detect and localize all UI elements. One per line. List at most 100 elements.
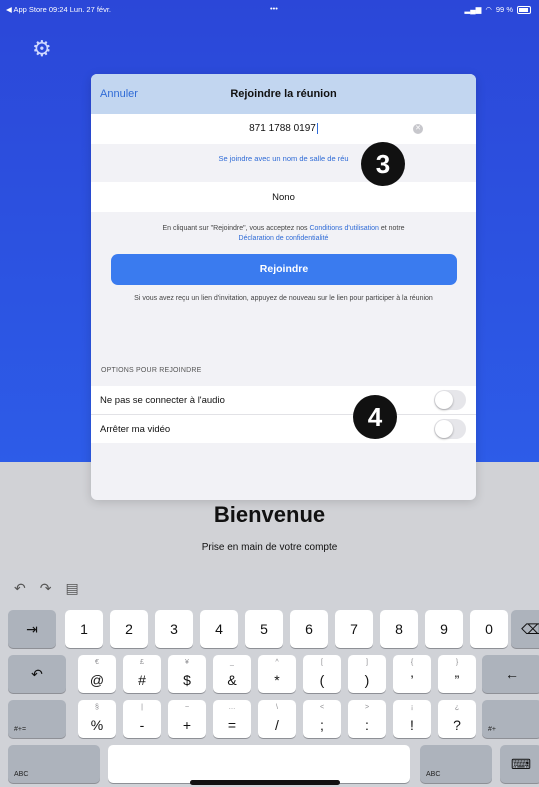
wifi-icon: ◠ [485,5,492,14]
symbols-label: #+ [488,726,496,733]
display-name-value: Nono [272,192,295,203]
join-button[interactable]: Rejoindre [111,254,457,285]
key-row3-5[interactable]: <; [303,700,341,738]
tab-key[interactable]: ⇥ [8,610,56,648]
welcome-title: Bienvenue [213,502,326,527]
backspace-key[interactable]: ⌫ [511,610,539,648]
gear-icon[interactable]: ⚙ [32,38,54,60]
multitasking-dots[interactable]: ••• [270,4,278,13]
key-alt-label: § [95,704,99,711]
key-label: / [275,717,279,733]
key-label: : [365,717,369,733]
key-5[interactable]: 5 [245,610,283,648]
key-alt-label: ¥ [185,659,189,666]
hide-keyboard-key[interactable]: ⌨ [500,745,539,783]
key-label: + [182,717,192,733]
key-alt-label: { [410,659,414,666]
toggle-knob [435,391,453,409]
backspace-icon: ⌫ [521,621,539,637]
terms-prefix: En cliquant sur "Rejoindre", vous accept… [162,225,310,232]
battery-icon [517,5,531,14]
return-key[interactable]: ← [482,655,539,693]
symbols-key-right[interactable]: #+ [482,700,539,738]
key-row3-6[interactable]: >: [348,700,386,738]
key-0[interactable]: 0 [470,610,508,648]
keyboard-icon: ⌨ [510,756,532,772]
key-alt-label: | [141,704,143,711]
key-row2-3[interactable]: _ & [213,655,251,693]
key-label: - [139,717,145,733]
no-audio-toggle[interactable] [434,390,466,410]
clear-icon[interactable]: ✕ [413,124,423,134]
signal-icon: ▂▄▆ [464,5,482,14]
key-alt-label: ~ [184,704,190,711]
home-indicator [190,780,340,785]
key-6[interactable]: 6 [290,610,328,648]
undo-key[interactable]: ↶ [8,655,66,693]
join-meeting-dialog: Annuler Rejoindre la réunion 871 1788 01… [91,74,476,500]
join-with-room-name-link[interactable]: Se joindre avec un nom de salle de réu [91,154,476,163]
key-alt-label: ^ [275,659,279,666]
paste-icon[interactable]: ▤ [65,580,78,597]
key-8[interactable]: 8 [380,610,418,648]
key-row2-0[interactable]: € @ [78,655,116,693]
abc-key-right[interactable]: ABC [420,745,492,783]
key-alt-label: ] [366,659,368,666]
key-row2-7[interactable]: {’ [393,655,431,693]
symbols-key-left[interactable]: #+= [8,700,66,738]
key-label: 0 [485,621,493,637]
stop-video-toggle[interactable] [434,419,466,439]
key-label: ) [364,672,370,688]
key-row3-1[interactable]: | - [123,700,161,738]
key-7[interactable]: 7 [335,610,373,648]
privacy-link[interactable]: Déclaration de confidentialité [239,235,329,242]
key-row2-5[interactable]: [( [303,655,341,693]
terms-mid: et notre [378,225,405,232]
key-alt-label: £ [140,659,144,666]
key-label: ! [410,717,414,733]
key-row3-3[interactable]: … = [213,700,251,738]
status-bar: ◀ App Store 09:24 Lun. 27 févr. ••• ▂▄▆ … [0,0,539,18]
key-row2-8[interactable]: }” [438,655,476,693]
display-name-field[interactable]: Nono [91,182,476,212]
key-alt-label: ¿ [454,704,460,711]
key-row3-0[interactable]: §% [78,700,116,738]
key-row3-8[interactable]: ¿? [438,700,476,738]
return-icon: ← [505,666,519,682]
key-label: ( [319,672,325,688]
key-row3-4[interactable]: \ / [258,700,296,738]
key-row3-7[interactable]: ¡! [393,700,431,738]
key-3[interactable]: 3 [155,610,193,648]
key-label: 5 [260,621,268,637]
key-row3-2[interactable]: ~ + [168,700,206,738]
space-bar[interactable] [108,745,410,783]
key-2[interactable]: 2 [110,610,148,648]
key-label: ’ [410,672,414,688]
status-left[interactable]: ◀ App Store 09:24 Lun. 27 févr. [6,5,111,14]
key-9[interactable]: 9 [425,610,463,648]
key-label: % [90,717,104,733]
key-row2-6[interactable]: ]) [348,655,386,693]
meeting-id-field[interactable]: 871 1788 0197 ✕ [91,114,476,144]
undo-icon[interactable]: ↶ [14,580,26,597]
welcome-subtitle: Prise en main de votre compte [201,542,338,553]
keyboard: ↶ ↷ ▤ ⇥ 1 2 3 4 5 6 7 8 9 0 ⌫ ↶ € @ £ # ¥ $ _ & ^ *[(]){’}” ← #+… [0,570,539,787]
key-row2-1[interactable]: £ # [123,655,161,693]
abc-key-left[interactable]: ABC [8,745,100,783]
key-row2-4[interactable]: ^ * [258,655,296,693]
terms-link[interactable]: Conditions d'utilisation [309,225,378,232]
redo-icon[interactable]: ↷ [40,580,52,597]
key-1[interactable]: 1 [65,610,103,648]
dialog-title: Rejoindre la réunion [230,88,337,100]
tab-icon: ⇥ [26,621,38,637]
key-row2-2[interactable]: ¥ $ [168,655,206,693]
options-header: OPTIONS POUR REJOINDRE [101,367,202,374]
key-alt-label: _ [230,659,234,666]
key-4[interactable]: 4 [200,610,238,648]
key-label: 9 [440,621,448,637]
key-label: 1 [80,621,88,637]
step-badge-4: 4 [353,395,397,439]
key-label: ; [320,717,324,733]
key-alt-label: [ [321,659,323,666]
toggle-knob [435,420,453,438]
